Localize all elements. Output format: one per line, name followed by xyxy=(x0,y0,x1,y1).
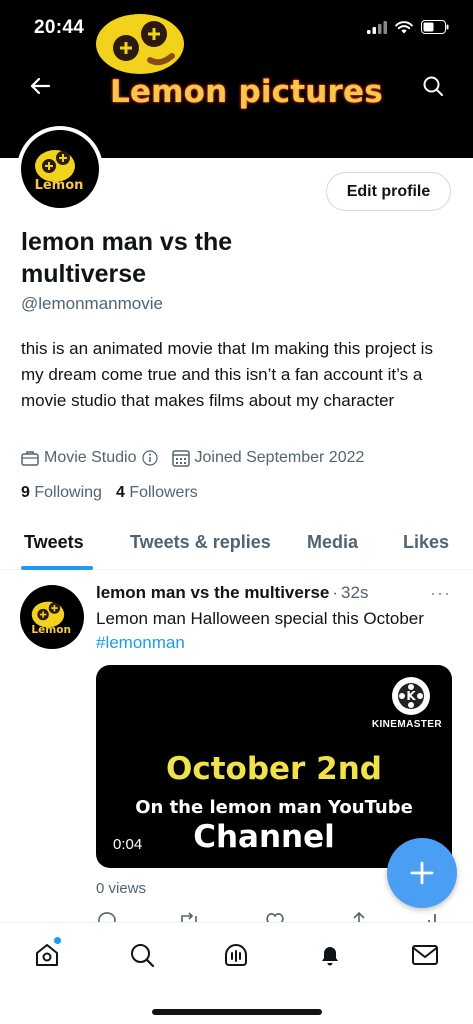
profile-joined-label: Joined September 2022 xyxy=(194,449,365,466)
edit-profile-button[interactable]: Edit profile xyxy=(326,172,451,211)
following-label: Following xyxy=(34,484,102,501)
status-bar: 20:44 xyxy=(0,0,473,56)
tweet-avatar-logo-text: Lemon xyxy=(31,624,71,636)
following-link[interactable]: 9 Following xyxy=(21,484,102,502)
banner-title: Lemon pictures xyxy=(110,74,383,110)
explore-icon xyxy=(131,944,155,968)
nav-spaces[interactable] xyxy=(216,937,256,973)
active-tab-indicator xyxy=(21,566,93,570)
following-count: 9 xyxy=(21,484,30,501)
nav-notifications[interactable] xyxy=(310,937,350,973)
wifi-icon xyxy=(395,20,413,33)
home-icon xyxy=(36,944,58,966)
tweet-separator: · xyxy=(332,583,339,602)
nav-messages[interactable] xyxy=(405,937,445,973)
plus-icon xyxy=(410,861,434,885)
back-button[interactable] xyxy=(22,68,58,104)
kinemaster-watermark: KINEMASTER xyxy=(371,719,442,730)
home-indicator xyxy=(152,1009,322,1015)
compose-tweet-button[interactable] xyxy=(387,838,457,908)
lemon-logo-icon: Lemon xyxy=(35,150,84,193)
kinemaster-film-icon: K xyxy=(398,683,424,709)
kinemaster-logo-icon: K xyxy=(392,677,430,715)
status-icons xyxy=(367,20,449,34)
avatar-image: Lemon xyxy=(21,130,99,208)
calendar-icon xyxy=(171,450,190,467)
tab-likes[interactable]: Likes xyxy=(403,532,449,553)
followers-count: 4 xyxy=(115,484,125,501)
messages-icon xyxy=(412,945,438,965)
arrow-left-icon xyxy=(30,77,51,95)
more-options-icon[interactable]: ··· xyxy=(430,583,451,604)
profile-name: lemon man vs the multiverse xyxy=(21,228,233,288)
tab-tweets[interactable]: Tweets xyxy=(24,532,84,553)
profile-category-label: Movie Studio xyxy=(44,449,137,466)
video-caption: Channel xyxy=(193,819,335,855)
briefcase-icon xyxy=(21,451,39,466)
battery-icon xyxy=(421,20,449,34)
tab-media[interactable]: Media xyxy=(307,532,358,553)
profile-category: Movie Studio xyxy=(21,449,158,467)
follow-stats: 9 Following 4 Followers xyxy=(21,484,198,502)
notification-dot xyxy=(54,937,61,944)
profile-avatar[interactable]: Lemon xyxy=(17,126,103,212)
tweet-views: 0 views xyxy=(96,880,147,897)
lemon-logo-icon: Lemon xyxy=(31,601,71,636)
followers-link[interactable]: 4 Followers xyxy=(116,484,198,502)
profile-joined: Joined September 2022 xyxy=(171,449,365,467)
notifications-icon xyxy=(322,947,338,966)
tweet-hashtag[interactable]: #lemonman xyxy=(96,633,185,652)
search-icon xyxy=(423,76,443,96)
lemon-logo-icon xyxy=(96,14,184,74)
profile-bio: this is an animated movie that Im making… xyxy=(21,339,433,410)
tweet-timestamp: 32s xyxy=(341,583,369,602)
avatar-logo-text: Lemon xyxy=(35,178,84,193)
video-title-date: October 2nd xyxy=(166,751,382,787)
spaces-icon xyxy=(225,944,247,966)
bottom-navigation xyxy=(0,922,473,1024)
nav-explore[interactable] xyxy=(122,937,162,973)
followers-label: Followers xyxy=(129,484,198,501)
video-subtitle: On the lemon man YouTube xyxy=(135,797,413,818)
tweet-text: Lemon man Halloween special this October… xyxy=(96,607,436,655)
profile-tabs: Tweets Tweets & replies Media Likes xyxy=(0,520,473,570)
search-button[interactable] xyxy=(415,68,451,104)
tweet-avatar[interactable]: Lemon xyxy=(20,585,84,649)
svg-text:K: K xyxy=(406,689,416,703)
status-time: 20:44 xyxy=(34,17,85,38)
nav-home[interactable] xyxy=(27,937,67,973)
video-duration: 0:04 xyxy=(113,836,143,853)
profile-handle: @lemonmanmovie xyxy=(21,294,163,313)
tweet-video[interactable]: K KINEMASTER October 2nd On the lemon ma… xyxy=(96,665,452,868)
tweet-author-name[interactable]: lemon man vs the multiverse xyxy=(96,583,329,603)
profile-meta: Movie Studio Joined September 2022 xyxy=(21,449,378,467)
info-icon[interactable] xyxy=(141,450,158,466)
cellular-signal-icon xyxy=(367,20,387,34)
tweet-body: Lemon man Halloween special this October xyxy=(96,609,424,628)
tweet-header: lemon man vs the multiverse · 32s xyxy=(96,583,368,603)
tab-tweets-replies[interactable]: Tweets & replies xyxy=(130,532,271,553)
